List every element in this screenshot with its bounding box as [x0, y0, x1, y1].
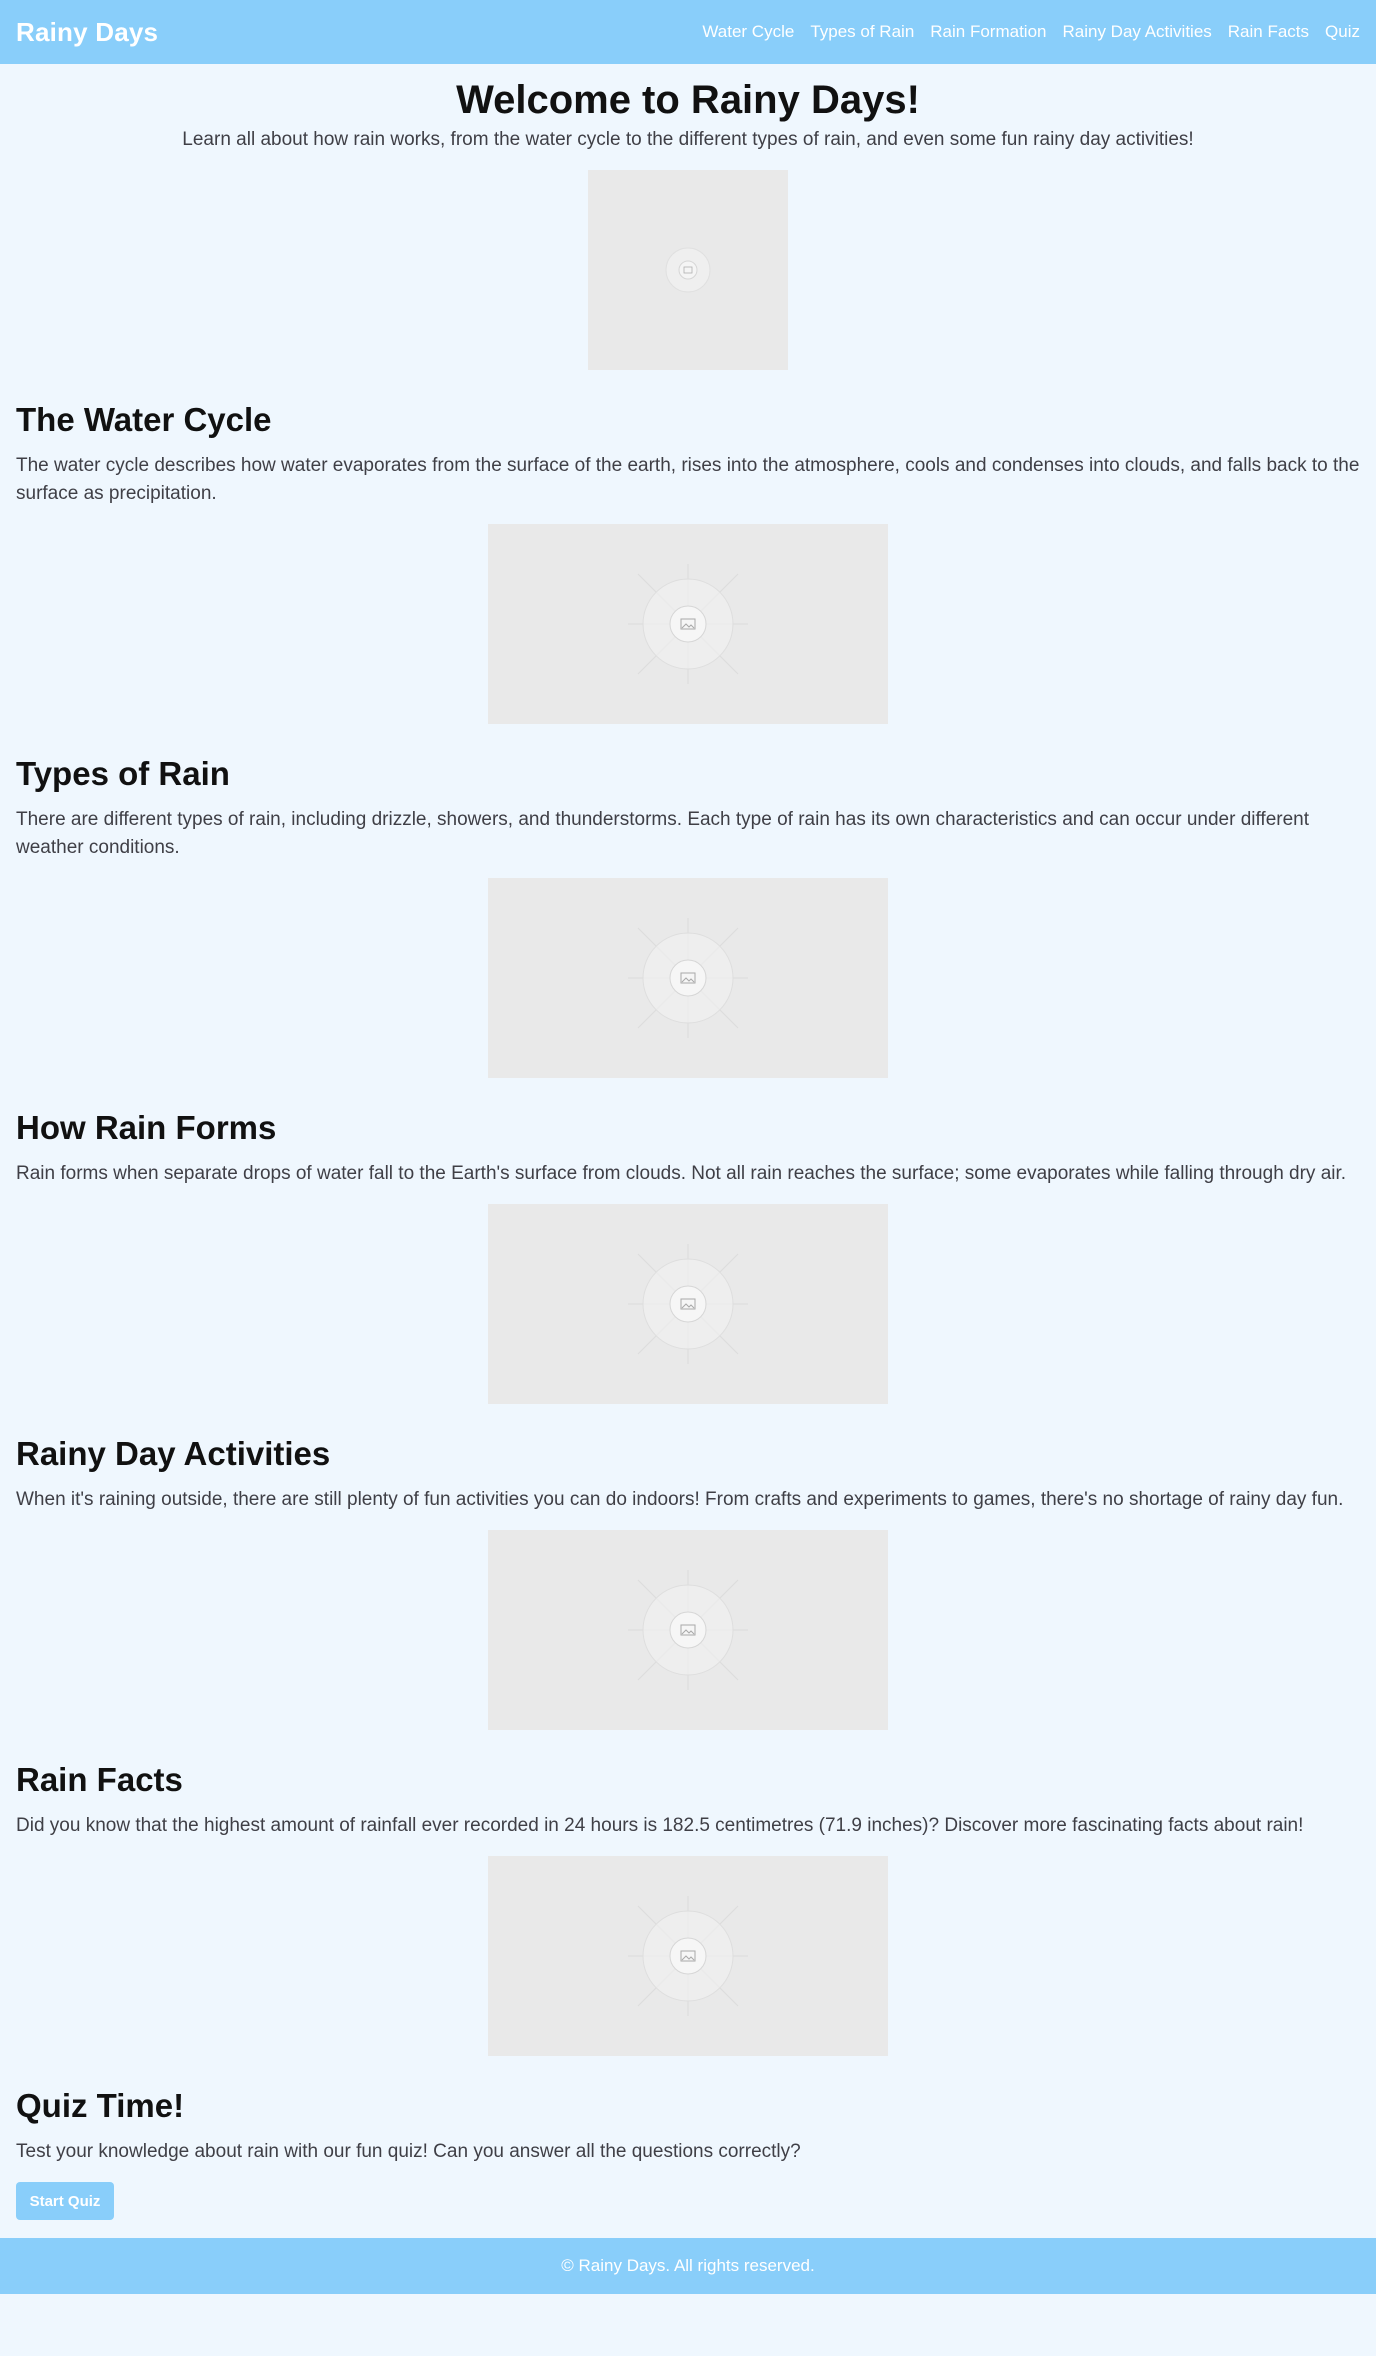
image-placeholder-icon: [488, 878, 888, 1078]
water-cycle-section: The Water Cycle The water cycle describe…: [0, 400, 1376, 724]
rainy-day-activities-section: Rainy Day Activities When it's raining o…: [0, 1434, 1376, 1730]
section-image: [488, 1204, 888, 1404]
section-image: [488, 1856, 888, 2056]
nav-link-water-cycle[interactable]: Water Cycle: [702, 22, 794, 42]
section-title: Quiz Time!: [16, 2087, 185, 2124]
page-footer: © Rainy Days. All rights reserved.: [0, 2238, 1376, 2294]
section-title: How Rain Forms: [16, 1109, 277, 1146]
nav-link-rain-formation[interactable]: Rain Formation: [930, 22, 1046, 42]
section-title: The Water Cycle: [16, 401, 272, 438]
image-placeholder-icon: [488, 1204, 888, 1404]
brand-logo[interactable]: Rainy Days: [16, 17, 158, 48]
hero-title: Welcome to Rainy Days!: [456, 78, 920, 122]
hero-image: [588, 170, 788, 370]
image-placeholder-icon: [488, 1856, 888, 2056]
start-quiz-button[interactable]: Start Quiz: [16, 2182, 114, 2220]
section-text: The water cycle describes how water evap…: [16, 455, 1360, 504]
main-content: Welcome to Rainy Days! Learn all about h…: [0, 64, 1376, 2238]
types-of-rain-section: Types of Rain There are different types …: [0, 754, 1376, 1078]
image-placeholder-icon: [488, 1530, 888, 1730]
rain-facts-section: Rain Facts Did you know that the highest…: [0, 1760, 1376, 2056]
section-title: Types of Rain: [16, 755, 230, 792]
top-navbar: Rainy Days Water Cycle Types of Rain Rai…: [0, 0, 1376, 64]
section-title: Rain Facts: [16, 1761, 183, 1798]
nav-links: Water Cycle Types of Rain Rain Formation…: [686, 22, 1360, 42]
nav-link-quiz[interactable]: Quiz: [1325, 22, 1360, 42]
nav-link-rain-facts[interactable]: Rain Facts: [1228, 22, 1309, 42]
hero-subtitle: Learn all about how rain works, from the…: [182, 129, 1194, 150]
rain-formation-section: How Rain Forms Rain forms when separate …: [0, 1108, 1376, 1404]
hero-section: Welcome to Rainy Days! Learn all about h…: [0, 64, 1376, 370]
quiz-section: Quiz Time! Test your knowledge about rai…: [0, 2086, 1376, 2238]
section-title: Rainy Day Activities: [16, 1435, 331, 1472]
section-text: Test your knowledge about rain with our …: [16, 2141, 801, 2162]
image-placeholder-icon: [488, 524, 888, 724]
nav-link-types-of-rain[interactable]: Types of Rain: [810, 22, 914, 42]
section-image: [488, 878, 888, 1078]
section-text: Rain forms when separate drops of water …: [16, 1163, 1347, 1184]
section-text: Did you know that the highest amount of …: [16, 1815, 1304, 1836]
section-text: There are different types of rain, inclu…: [16, 809, 1310, 858]
image-placeholder-icon: [588, 170, 788, 370]
section-image: [488, 1530, 888, 1730]
section-image: [488, 524, 888, 724]
section-text: When it's raining outside, there are sti…: [16, 1489, 1344, 1510]
nav-link-rainy-day-activities[interactable]: Rainy Day Activities: [1063, 22, 1212, 42]
footer-text: © Rainy Days. All rights reserved.: [561, 2256, 815, 2275]
